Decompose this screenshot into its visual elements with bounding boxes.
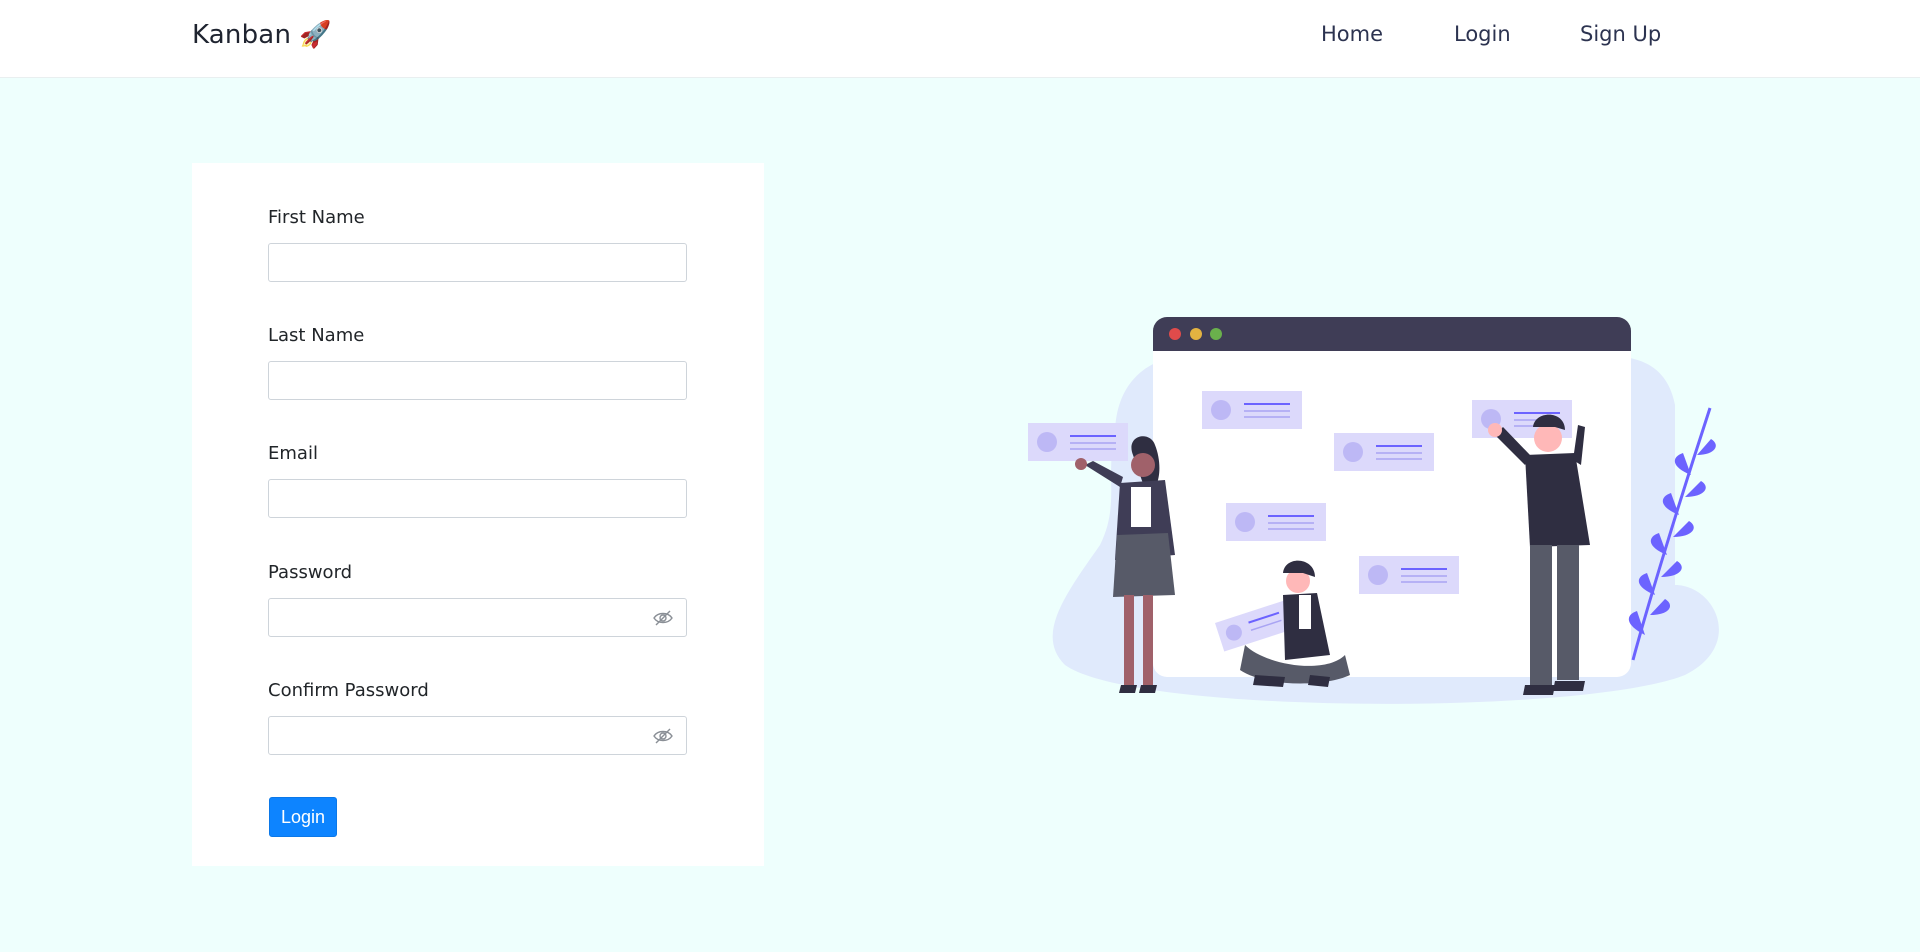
nav-login-link[interactable]: Login [1454, 22, 1511, 46]
window-close-dot [1169, 328, 1181, 340]
nav-home-link[interactable]: Home [1321, 22, 1383, 46]
confirm-password-input[interactable] [268, 716, 687, 755]
nav-signup-link[interactable]: Sign Up [1580, 22, 1661, 46]
password-label: Password [268, 562, 353, 583]
window-minimize-dot [1190, 328, 1202, 340]
rocket-icon: 🚀 [299, 20, 332, 50]
login-submit-button[interactable]: Login [269, 797, 337, 837]
email-input[interactable] [268, 479, 687, 518]
window-maximize-dot [1210, 328, 1222, 340]
eye-slash-icon[interactable] [652, 726, 674, 746]
signup-form-card: First Name Last Name Email Password Conf… [192, 163, 764, 866]
navbar: Kanban 🚀 Home Login Sign Up [0, 0, 1920, 78]
first-name-label: First Name [268, 207, 365, 228]
brand-name: Kanban [192, 20, 292, 50]
last-name-input[interactable] [268, 361, 687, 400]
password-input[interactable] [268, 598, 687, 637]
last-name-label: Last Name [268, 325, 365, 346]
illustration-window-bar [1153, 317, 1631, 351]
first-name-input[interactable] [268, 243, 687, 282]
email-label: Email [268, 443, 318, 464]
confirm-password-label: Confirm Password [268, 680, 429, 701]
brand[interactable]: Kanban 🚀 [192, 20, 332, 50]
eye-slash-icon[interactable] [652, 608, 674, 628]
team-kanban-illustration [1028, 317, 1719, 704]
